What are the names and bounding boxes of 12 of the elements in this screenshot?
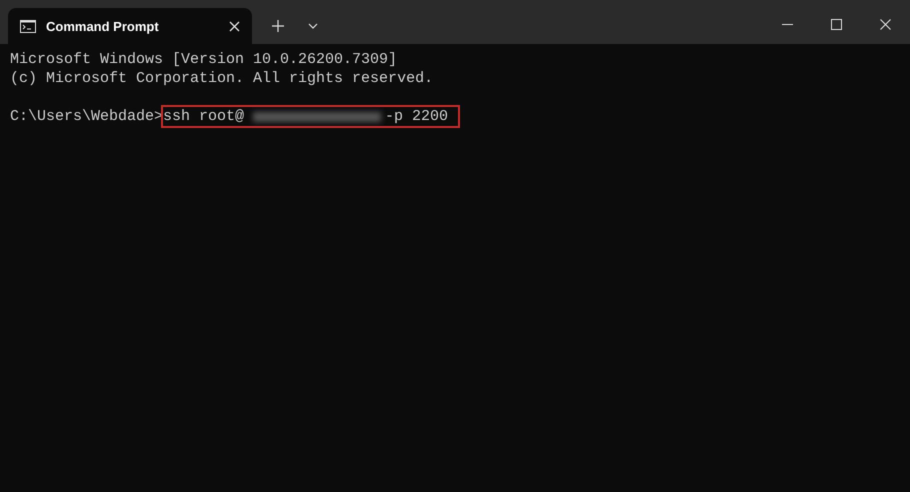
ssh-command: ssh root@ -p 2200 [163,107,458,126]
terminal-icon [20,20,36,32]
tab-title: Command Prompt [46,18,160,34]
dropdown-icon[interactable] [308,23,318,29]
maximize-icon[interactable] [831,19,842,30]
close-icon[interactable] [229,20,240,32]
prompt-path: C:\Users\Webdade> [10,108,164,125]
close-icon[interactable] [880,19,891,30]
console-output-line: (c) Microsoft Corporation. All rights reserved. [10,70,434,87]
console-output-line: Microsoft Windows [Version 10.0.26200.7309] [10,51,398,68]
new-tab-icon[interactable] [272,20,284,32]
terminal-tab[interactable]: Command Prompt [8,8,252,44]
